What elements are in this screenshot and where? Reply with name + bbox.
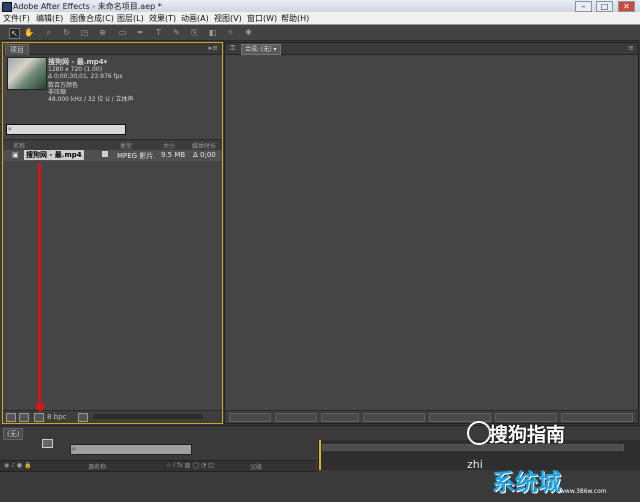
- site-url-watermark: www.386w.com: [560, 488, 607, 495]
- maximize-button[interactable]: □: [596, 1, 613, 12]
- project-item-row[interactable]: ▣ 搜狗网 - 最.mp4 MPEG 影片 9.5 MB Δ 0;00: [3, 150, 222, 161]
- av-switch-icons[interactable]: ◉ ♪ ● 🔒: [4, 462, 32, 469]
- mask-tool-icon[interactable]: ▭: [118, 28, 127, 37]
- new-folder-icon[interactable]: [19, 413, 29, 422]
- text-tool-icon[interactable]: T: [154, 28, 163, 37]
- timecode-field[interactable]: [275, 413, 317, 422]
- menu-layer[interactable]: 图层(L): [117, 13, 144, 24]
- footage-resolution: 1280 x 720 (1.00): [48, 66, 103, 73]
- menu-help[interactable]: 帮助(H): [281, 13, 309, 24]
- column-duration[interactable]: 媒体时长: [192, 141, 216, 150]
- project-item-type: MPEG 影片: [117, 152, 154, 160]
- roto-tool-icon[interactable]: ✧: [226, 28, 235, 37]
- brush-tool-icon[interactable]: ✎: [172, 28, 181, 37]
- project-search-input[interactable]: ⌕: [6, 124, 126, 135]
- menu-composition[interactable]: 图像合成(C): [70, 13, 114, 24]
- menu-effect[interactable]: 效果(T): [149, 13, 176, 24]
- minimize-button[interactable]: –: [575, 1, 592, 12]
- current-time-indicator[interactable]: [319, 440, 321, 470]
- footage-duration: Δ 0;00;30;01, 23.976 fps: [48, 73, 123, 80]
- red-arrow-head: [34, 404, 46, 413]
- column-source-name[interactable]: 源名称: [88, 462, 106, 471]
- zoom-tool-icon[interactable]: ⌕: [44, 28, 53, 37]
- camera-tool-icon[interactable]: ◳: [80, 28, 89, 37]
- project-item-name[interactable]: 搜狗网 - 最.mp4: [24, 150, 84, 160]
- panel-menu-icon[interactable]: ≡: [628, 44, 634, 52]
- window-title: Adobe After Effects - 未命名项目.aep *: [13, 2, 162, 11]
- project-panel: 项目 ▸≡ 搜狗网 - 最.mp4▾ 1280 x 720 (1.00) Δ 0…: [2, 42, 223, 424]
- hand-tool-icon[interactable]: ✋: [24, 28, 34, 37]
- project-item-size: 9.5 MB: [161, 151, 186, 159]
- red-arrow-annotation: [38, 163, 41, 409]
- composition-bottom-bar: [225, 410, 638, 423]
- menu-bar: 文件(F) 编辑(E) 图像合成(C) 图层(L) 效果(T) 动画(A) 视图…: [0, 12, 640, 25]
- footage-audio: 48.000 kHz / 32 位 U / 立体声: [48, 96, 134, 103]
- composition-tab-row: ⚿ 合成: (无) ▾ ≡: [225, 43, 638, 55]
- menu-window[interactable]: 窗口(W): [247, 13, 277, 24]
- resolution-dropdown[interactable]: [321, 413, 359, 422]
- lock-icon[interactable]: ⚿: [230, 44, 235, 53]
- column-size[interactable]: 大小: [163, 141, 175, 150]
- new-composition-icon[interactable]: [34, 413, 44, 422]
- pan-behind-tool-icon[interactable]: ⊕: [98, 28, 107, 37]
- composition-dropdown[interactable]: 合成: (无) ▾: [241, 44, 281, 55]
- exposure-control[interactable]: [561, 413, 633, 422]
- rotate-tool-icon[interactable]: ↻: [62, 28, 71, 37]
- menu-edit[interactable]: 编辑(E): [36, 13, 63, 24]
- search-icon: ⌕: [8, 125, 12, 133]
- clone-tool-icon[interactable]: ⎘: [190, 28, 199, 37]
- horizontal-scrollbar[interactable]: [93, 414, 203, 419]
- project-tab-row: 项目 ▸≡: [3, 43, 222, 55]
- trash-icon[interactable]: [78, 413, 88, 422]
- column-type[interactable]: 类型: [120, 141, 132, 150]
- selection-tool-icon[interactable]: ↖: [9, 28, 20, 39]
- tab-timeline[interactable]: (无): [3, 428, 24, 440]
- footage-icon: ▣: [12, 151, 19, 159]
- menu-animation[interactable]: 动画(A): [181, 13, 209, 24]
- puppet-tool-icon[interactable]: ✱: [244, 28, 253, 37]
- zhi-watermark: zhi: [467, 458, 483, 471]
- close-button[interactable]: ✕: [618, 1, 635, 12]
- menu-view[interactable]: 视图(V): [214, 13, 242, 24]
- tab-project[interactable]: 项目: [5, 44, 29, 55]
- menu-file[interactable]: 文件(F): [3, 13, 30, 24]
- panel-menu-icon[interactable]: ▸≡: [209, 44, 218, 52]
- layer-column-header: ◉ ♪ ● 🔒 源名称 ☆ ∕ fx ▨ ◯ ◔ ◫ 父级: [0, 460, 316, 472]
- timeline-menu-icon[interactable]: [42, 439, 53, 448]
- pen-tool-icon[interactable]: ✒: [136, 28, 145, 37]
- column-name[interactable]: 名称: [13, 141, 25, 150]
- column-parent[interactable]: 父级: [250, 462, 262, 471]
- timeline-search-input[interactable]: ⌕: [70, 444, 192, 455]
- title-bar: Adobe After Effects - 未命名项目.aep * – □ ✕: [0, 0, 640, 12]
- tools-toolbar: ↖ ✋ ⌕ ↻ ◳ ⊕ ▭ ✒ T ✎ ⎘ ◧ ✧ ✱: [0, 25, 640, 41]
- layer-switch-icons[interactable]: ☆ ∕ fx ▨ ◯ ◔ ◫: [166, 462, 214, 469]
- eraser-tool-icon[interactable]: ◧: [208, 28, 217, 37]
- magnification-dropdown[interactable]: [229, 413, 271, 422]
- footage-thumbnail: [7, 57, 47, 90]
- label-color-swatch[interactable]: [102, 151, 108, 157]
- site-watermark: 系统城: [492, 470, 561, 496]
- search-icon: ⌕: [72, 445, 76, 453]
- composition-panel: ⚿ 合成: (无) ▾ ≡: [224, 42, 639, 424]
- after-effects-icon: [2, 2, 12, 12]
- view-options[interactable]: [363, 413, 425, 422]
- interpret-footage-icon[interactable]: [6, 413, 16, 422]
- project-item-duration: Δ 0;00: [193, 151, 216, 159]
- sogou-watermark: 搜狗指南: [489, 424, 566, 446]
- color-depth-label[interactable]: 8 bpc: [47, 413, 66, 421]
